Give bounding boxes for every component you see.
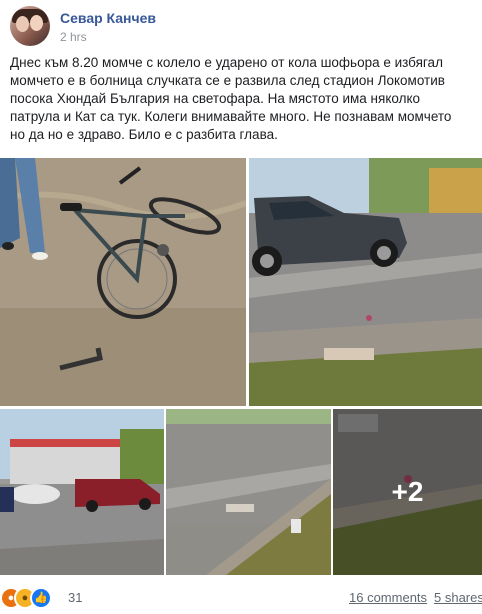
like-icon[interactable]: 👍 [30,587,52,609]
photo-bicycle-art [0,158,246,406]
author-name[interactable]: Севар Канчев [60,10,156,26]
avatar-face-right [30,15,43,31]
post-text: Днес към 8.20 момче с колело е ударено о… [10,54,475,144]
post-timestamp[interactable]: 2 hrs [60,30,87,44]
facebook-post: Севар Канчев 2 hrs Днес към 8.20 момче с… [0,0,482,614]
photo-stadium-art [0,409,164,575]
post-text-line: момчето е в болница случката се е развил… [10,73,445,88]
photo-road-art [166,409,331,575]
photo-road[interactable] [166,409,331,575]
photo-suv[interactable] [249,158,482,406]
shares-link[interactable]: 5 shares [434,590,482,605]
photo-bicycle[interactable] [0,158,246,406]
more-photos-overlay[interactable]: +2 [333,409,482,575]
photo-suv-art [249,158,482,406]
photo-stadium[interactable] [0,409,164,575]
post-text-line: патрула и Кат са тук. Колеги внимавайте … [10,109,452,124]
post-footer: ● ● 👍 31 16 comments 5 shares [0,582,482,614]
post-header: Севар Канчев 2 hrs [10,6,470,48]
post-text-line: Днес към 8.20 момче с колело е ударено о… [10,55,443,70]
author-avatar[interactable] [10,6,50,46]
reaction-count[interactable]: 31 [68,590,82,605]
avatar-face-left [16,16,29,32]
comments-link[interactable]: 16 comments [349,590,427,605]
post-text-line: но да но е здраво. Било е с разбита глав… [10,127,278,142]
photo-more[interactable]: +2 [333,409,482,575]
post-text-line: посока Хюндай България на светофара. На … [10,91,421,106]
